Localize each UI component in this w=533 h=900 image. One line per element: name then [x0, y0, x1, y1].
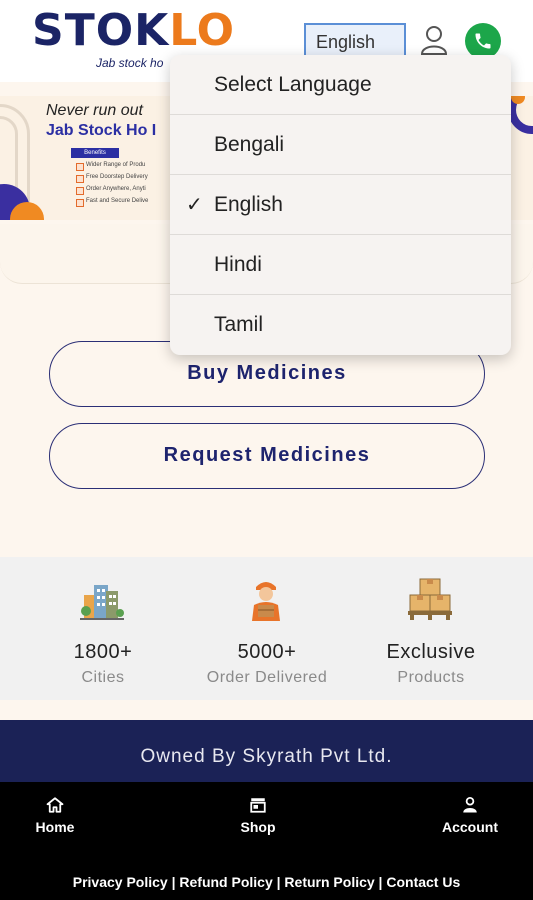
benefit-item: Free Doorstep Delivery [76, 174, 148, 183]
request-medicines-button[interactable]: Request Medicines [49, 423, 485, 489]
benefit-item: Wider Range of Produ [75, 162, 146, 171]
shop-icon [250, 798, 266, 813]
nav-account[interactable]: Account [430, 796, 510, 835]
benefits-label: Benefits [71, 148, 119, 158]
benefit-item: Fast and Secure Delive [75, 198, 149, 207]
stoklo-logo[interactable]: STOKLO [32, 6, 235, 56]
stacked-boxes-icon [408, 578, 452, 620]
stat-value: Exclusive [386, 641, 476, 663]
benefit-item: Order Anywhere, Anyti [76, 186, 146, 195]
stat-label: Order Delivered [206, 669, 328, 686]
logo-tagline: Jab stock ho [96, 56, 164, 70]
checkmark-icon: ✓ [186, 194, 203, 216]
banner-subheadline: Jab Stock Ho I [46, 122, 157, 139]
stat-label: Products [397, 669, 465, 686]
nav-shop-label: Shop [240, 819, 276, 835]
stats-section: 1800+ Cities 5000+ Order Delivered Exclu… [0, 557, 533, 700]
stat-label: Cities [81, 669, 125, 686]
stat-cities: 1800+ Cities [14, 557, 192, 700]
user-profile-icon[interactable] [419, 24, 449, 56]
language-option-label: English [214, 193, 283, 216]
city-buildings-icon [80, 585, 124, 620]
stat-value: 1800+ [73, 641, 133, 663]
account-icon [463, 796, 477, 813]
phone-icon [475, 33, 491, 49]
owned-by-bar: Owned By Skyrath Pvt Ltd. [0, 720, 533, 782]
nav-home-label: Home [35, 819, 75, 835]
delivery-person-icon [252, 582, 280, 621]
nav-shop[interactable]: Shop [218, 796, 298, 835]
footer-policy-links[interactable]: Privacy Policy | Refund Policy | Return … [0, 874, 533, 890]
logo-text-stok: STOK [32, 5, 170, 56]
logo-text-lo: LO [169, 5, 236, 56]
nav-account-label: Account [442, 819, 498, 835]
stat-value: 5000+ [237, 641, 297, 663]
language-option-bengali[interactable]: Bengali [170, 115, 511, 175]
language-menu-title: Select Language [170, 55, 511, 115]
stat-products: Exclusive Products [342, 557, 520, 700]
language-select[interactable]: English [304, 23, 406, 59]
language-option-english[interactable]: ✓ English [170, 175, 511, 235]
language-option-hindi[interactable]: Hindi [170, 235, 511, 295]
nav-home[interactable]: Home [15, 796, 95, 835]
banner-headline: Never run out [46, 102, 143, 119]
home-icon [46, 797, 64, 813]
stat-orders: 5000+ Order Delivered [178, 557, 356, 700]
call-button[interactable] [465, 23, 501, 59]
bottom-navigation: Home Shop Account Privacy Policy | Refun… [0, 782, 533, 900]
language-option-tamil[interactable]: Tamil [170, 295, 511, 355]
language-dropdown-menu: Select Language Bengali ✓ English Hindi … [170, 55, 511, 355]
